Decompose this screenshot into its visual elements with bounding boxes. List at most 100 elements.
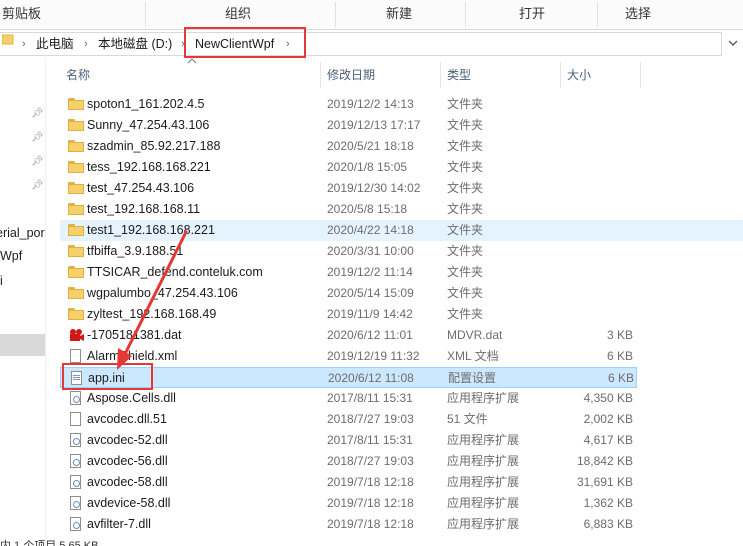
ribbon-group-select[interactable]: 选择 <box>625 0 651 29</box>
file-type: 应用程序扩展 <box>447 433 520 447</box>
file-row[interactable]: tess_192.168.168.221 2020/1/8 15:05 文件夹 <box>60 157 743 178</box>
folder-icon <box>68 98 84 111</box>
file-type: 文件夹 <box>447 202 484 216</box>
file-name: tfbiffa_3.9.188.51 <box>87 244 184 258</box>
file-size: 6,883 KB <box>583 517 633 531</box>
file-size: 6 KB <box>607 371 634 385</box>
file-row[interactable]: avcodec.dll.51 2018/7/27 19:03 51 文件 2,002 … <box>60 409 743 430</box>
address-dropdown[interactable] <box>723 32 743 56</box>
file-name: -1705181381.dat <box>87 328 182 342</box>
ribbon-group-open[interactable]: 打开 <box>519 0 545 29</box>
file-type: MDVR.dat <box>447 328 503 342</box>
file-row[interactable]: test_192.168.168.11 2020/5/8 15:18 文件夹 <box>60 199 743 220</box>
file-row[interactable]: avcodec-56.dll 2018/7/27 19:03 应用程序扩展 18,84… <box>60 451 743 472</box>
chevron-right-icon[interactable]: › <box>84 33 88 55</box>
file-row[interactable]: Aspose.Cells.dll 2017/8/11 15:31 应用程序扩展 4,3… <box>60 388 743 409</box>
ribbon-separator <box>597 2 598 27</box>
folder-icon <box>68 308 84 321</box>
folder-icon <box>68 182 84 195</box>
column-separator[interactable] <box>440 62 441 88</box>
column-header-type[interactable]: 类型 <box>447 62 471 88</box>
file-row[interactable]: Sunny_47.254.43.106 2019/12/13 17:17 文件夹 <box>60 115 743 136</box>
address-bar[interactable]: › 此电脑 › 本地磁盘 (D:) › NewClientWpf › <box>0 32 722 56</box>
file-type: 应用程序扩展 <box>447 475 520 489</box>
dll-file-icon <box>68 454 84 468</box>
breadcrumb-this-pc[interactable]: 此电脑 <box>36 33 74 55</box>
pin-icon[interactable]: 📌︎ <box>31 180 44 191</box>
column-header-date[interactable]: 修改日期 <box>327 62 375 88</box>
file-date: 2020/3/31 10:00 <box>327 244 414 258</box>
folder-icon <box>68 224 84 237</box>
nav-item[interactable]: i <box>0 274 3 288</box>
file-type: 文件夹 <box>447 307 484 321</box>
file-date: 2020/5/14 15:09 <box>327 286 414 300</box>
file-size: 4,350 KB <box>583 391 633 405</box>
file-row[interactable]: test1_192.168.168.221 2020/4/22 14:18 文件夹 <box>60 220 743 241</box>
file-row[interactable]: avfilter-7.dll 2019/7/18 12:18 应用程序扩展 6,883… <box>60 514 743 535</box>
pin-icon[interactable]: 📌︎ <box>31 156 44 167</box>
sort-ascending-icon <box>187 56 197 67</box>
navigation-pane[interactable]: 📌︎ 📌︎ 📌︎ 📌︎ erial_por Wpf i <box>0 58 45 546</box>
file-name: wgpalumbo_47.254.43.106 <box>87 286 238 300</box>
file-date: 2019/12/2 11:14 <box>327 265 413 279</box>
column-header-row: 名称 修改日期 类型 大小 <box>46 58 743 88</box>
ribbon-group-new[interactable]: 新建 <box>386 0 412 29</box>
file-size: 18,842 KB <box>576 454 633 468</box>
file-date: 2018/7/27 19:03 <box>327 454 414 468</box>
file-row[interactable]: avcodec-58.dll 2019/7/18 12:18 应用程序扩展 31,69… <box>60 472 743 493</box>
file-type: 文件夹 <box>447 181 484 195</box>
nav-item[interactable]: Wpf <box>0 249 22 263</box>
column-header-size[interactable]: 大小 <box>567 62 591 88</box>
pane-divider[interactable] <box>45 58 46 546</box>
file-row[interactable]: avdevice-58.dll 2019/7/18 12:18 应用程序扩展 1,36… <box>60 493 743 514</box>
file-type: 应用程序扩展 <box>447 517 520 531</box>
chevron-right-icon[interactable]: › <box>286 33 290 55</box>
column-header-name[interactable]: 名称 <box>66 62 90 88</box>
file-row[interactable]: test_47.254.43.106 2019/12/30 14:02 文件夹 <box>60 178 743 199</box>
breadcrumb-current-folder[interactable]: NewClientWpf <box>195 33 274 55</box>
nav-item-selected[interactable] <box>0 334 45 356</box>
file-type: 应用程序扩展 <box>447 391 520 405</box>
file-row[interactable]: avcodec-52.dll 2017/8/11 15:31 应用程序扩展 4,617… <box>60 430 743 451</box>
column-separator[interactable] <box>560 62 561 88</box>
file-date: 2020/5/21 18:18 <box>327 139 414 153</box>
file-type: XML 文档 <box>447 349 499 363</box>
dll-file-icon <box>68 475 84 489</box>
file-row[interactable]: wgpalumbo_47.254.43.106 2020/5/14 15:09 文件… <box>60 283 743 304</box>
file-row[interactable]: AlarmShield.xml 2019/12/19 11:32 XML 文档 6 K… <box>60 346 743 367</box>
file-name: zyltest_192.168.168.49 <box>87 307 217 321</box>
ribbon-group-organize[interactable]: 组织 <box>225 0 251 29</box>
file-row[interactable]: zyltest_192.168.168.49 2019/11/9 14:42 文件夹 <box>60 304 743 325</box>
folder-icon <box>68 266 84 279</box>
file-row[interactable]: spoton1_161.202.4.5 2019/12/2 14:13 文件夹 <box>60 94 743 115</box>
file-name: test1_192.168.168.221 <box>87 223 215 237</box>
folder-icon <box>1 32 14 54</box>
pin-icon[interactable]: 📌︎ <box>31 108 44 119</box>
chevron-right-icon[interactable]: › <box>181 33 185 55</box>
folder-icon <box>68 161 84 174</box>
file-size: 1,362 KB <box>583 496 633 510</box>
ribbon-group-clipboard[interactable]: 剪贴板 <box>2 0 41 29</box>
file-row[interactable]: app.ini 2020/6/12 11:08 配置设置 6 KB <box>60 367 637 388</box>
folder-icon <box>68 203 84 216</box>
file-row[interactable]: -1705181381.dat 2020/6/12 11:01 MDVR.dat 3 … <box>60 325 743 346</box>
pin-icon[interactable]: 📌︎ <box>31 132 44 143</box>
file-row[interactable]: TTSICAR_defend.conteluk.com 2019/12/2 11:… <box>60 262 743 283</box>
ribbon-separator <box>335 2 336 27</box>
file-type: 文件夹 <box>447 160 484 174</box>
dll-file-icon <box>68 391 84 405</box>
file-row[interactable]: szadmin_85.92.217.188 2020/5/21 18:18 文件夹 <box>60 136 743 157</box>
file-date: 2019/12/2 14:13 <box>327 97 414 111</box>
column-separator[interactable] <box>640 62 641 88</box>
file-name: TTSICAR_defend.conteluk.com <box>87 265 263 279</box>
file-type: 文件夹 <box>447 265 484 279</box>
file-row[interactable]: tfbiffa_3.9.188.51 2020/3/31 10:00 文件夹 <box>60 241 743 262</box>
chevron-right-icon[interactable]: › <box>22 33 26 55</box>
nav-item[interactable]: erial_por <box>0 226 45 240</box>
column-separator[interactable] <box>320 62 321 88</box>
file-size: 31,691 KB <box>576 475 633 489</box>
file-name: test_192.168.168.11 <box>87 202 201 216</box>
breadcrumb-local-disk[interactable]: 本地磁盘 (D:) <box>98 33 172 55</box>
file-date: 2019/11/9 14:42 <box>327 307 413 321</box>
file-date: 2020/4/22 14:18 <box>327 223 414 237</box>
